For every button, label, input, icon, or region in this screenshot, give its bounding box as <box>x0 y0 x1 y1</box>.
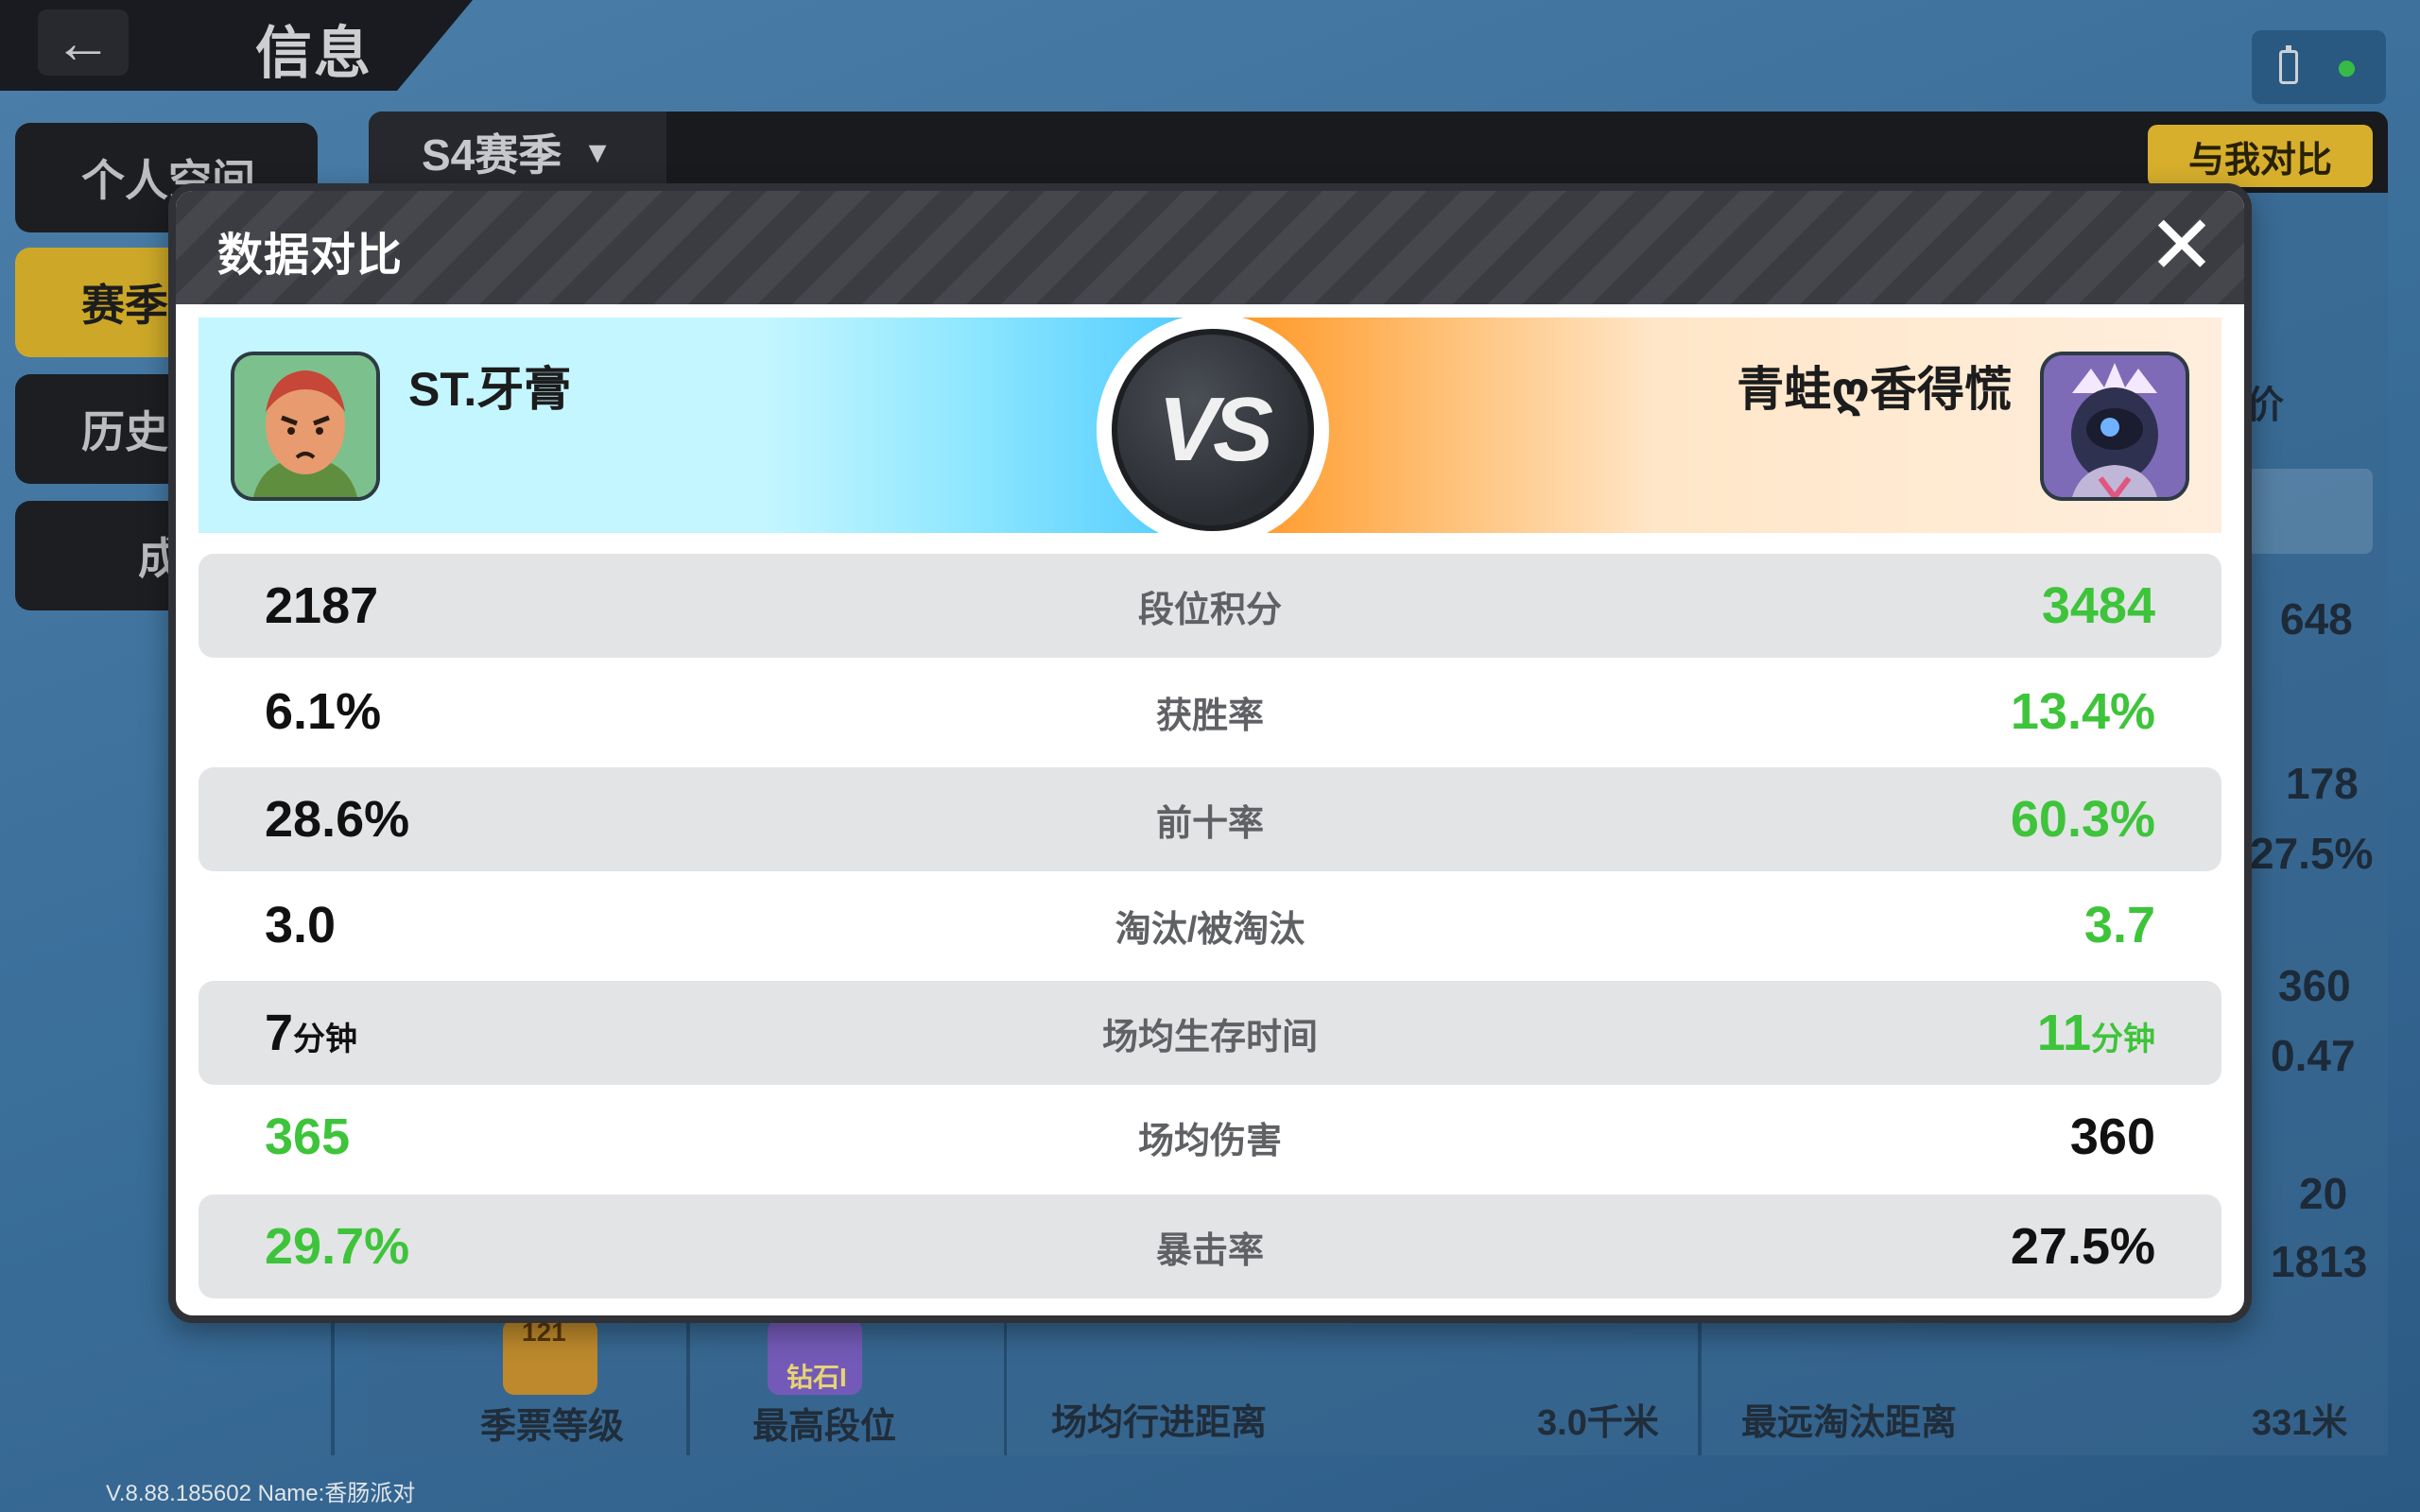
stat-value-left: 2187 <box>265 577 379 634</box>
vs-banner: ST.牙膏 VS 青蛙ღ香得慌 <box>199 314 2221 546</box>
compare-dialog: 数据对比 ✕ ST.牙膏 VS 青蛙ღ香得慌 2187 段位积分 3484 6.… <box>168 183 2252 1323</box>
stat-row-avg-survival-time: 7分钟 场均生存时间 11分钟 <box>199 981 2221 1085</box>
player-name-left: ST.牙膏 <box>408 363 572 416</box>
player-name-right: 青蛙ღ香得慌 <box>1737 363 2012 416</box>
stat-row-avg-damage: 365 场均伤害 360 <box>199 1085 2221 1189</box>
stat-value-right: 3.7 <box>2083 897 2155 954</box>
player-avatar-right[interactable] <box>2040 352 2189 501</box>
dialog-header: 数据对比 ✕ <box>176 191 2244 304</box>
stat-value-left: 3.0 <box>265 897 337 954</box>
stat-value-right: 60.3% <box>2010 791 2155 848</box>
stat-value-left: 29.7% <box>265 1218 410 1275</box>
stat-value-left: 28.6% <box>265 791 410 848</box>
stat-value-right: 11分钟 <box>2036 1005 2155 1061</box>
stat-row-kd: 3.0 淘汰/被淘汰 3.7 <box>199 873 2221 977</box>
bald-bearded-character-avatar <box>234 355 376 497</box>
stat-value-right: 360 <box>2069 1108 2155 1165</box>
vs-text: VS <box>1112 329 1314 531</box>
close-button[interactable]: ✕ <box>2148 205 2216 286</box>
stat-row-crit-rate: 29.7% 暴击率 27.5% <box>199 1194 2221 1298</box>
stat-value-right: 13.4% <box>2010 683 2155 740</box>
stat-row-top10-rate: 28.6% 前十率 60.3% <box>199 767 2221 871</box>
stat-value-right: 3484 <box>2041 577 2155 634</box>
stat-value-left: 7分钟 <box>265 1005 358 1061</box>
stat-row-win-rate: 6.1% 获胜率 13.4% <box>199 660 2221 764</box>
stat-value-left: 6.1% <box>265 683 382 740</box>
player-avatar-left[interactable] <box>231 352 380 501</box>
dialog-title: 数据对比 <box>217 231 404 281</box>
stat-value-left: 365 <box>265 1108 351 1165</box>
vs-emblem: VS <box>1097 314 1329 546</box>
robot-helmet-character-avatar <box>2044 355 2186 497</box>
stat-row-rank-points: 2187 段位积分 3484 <box>199 554 2221 658</box>
close-icon: ✕ <box>2147 200 2217 291</box>
stat-value-right: 27.5% <box>2010 1218 2155 1275</box>
